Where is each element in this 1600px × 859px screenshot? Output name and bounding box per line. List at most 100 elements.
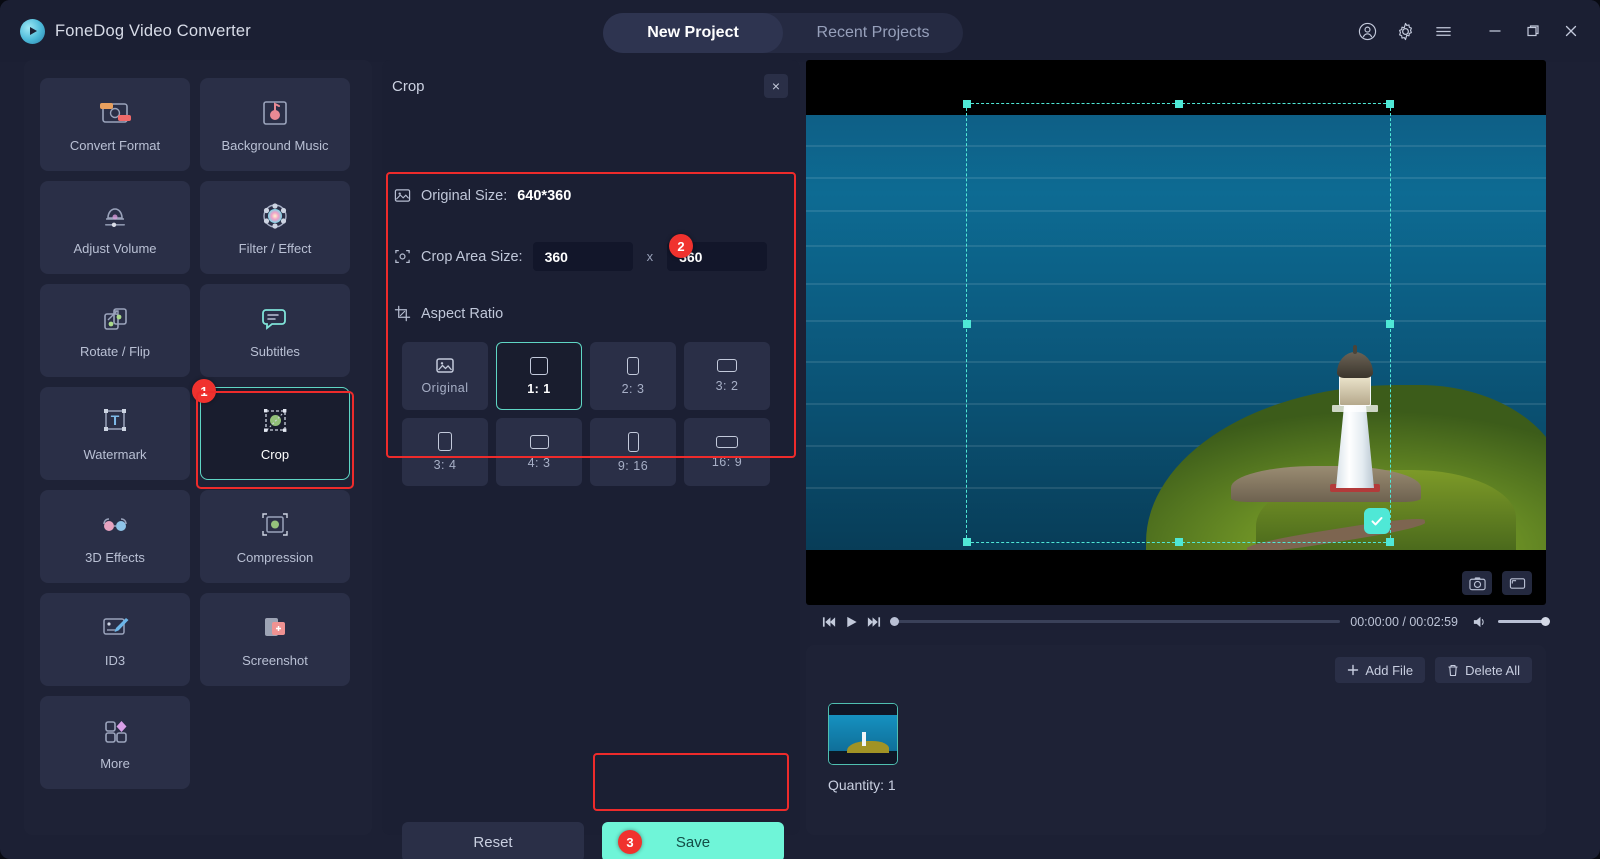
file-thumbnail[interactable] xyxy=(828,703,898,765)
file-list-panel: Add File Delete All Quantity: 1 xyxy=(806,645,1546,835)
tool-grid: Convert Format Background Music Adjust V… xyxy=(40,78,356,789)
close-icon[interactable] xyxy=(1560,20,1582,42)
playback-progress-handle[interactable] xyxy=(890,616,899,626)
video-preview[interactable] xyxy=(806,60,1546,605)
tool-label: Background Music xyxy=(221,138,329,153)
minimize-icon[interactable] xyxy=(1484,20,1506,42)
crop-area-size-row: Crop Area Size: x xyxy=(394,242,768,271)
title-bar: FoneDog Video Converter New Project Rece… xyxy=(0,0,1600,62)
next-frame-icon[interactable] xyxy=(862,611,884,633)
playback-progress-slider[interactable] xyxy=(890,616,1341,626)
account-icon[interactable] xyxy=(1356,20,1378,42)
save-button-label: Save xyxy=(675,833,711,851)
tool-label: 3D Effects xyxy=(85,550,145,565)
tool-rotate-flip[interactable]: Rotate / Flip xyxy=(40,284,190,377)
tool-compression[interactable]: Compression xyxy=(200,490,350,583)
aspect-ratio-label: 16: 9 xyxy=(711,454,743,469)
tool-id3[interactable]: ID3 xyxy=(40,593,190,686)
save-button[interactable]: 3 Save xyxy=(602,822,784,859)
volume-icon[interactable] xyxy=(1468,611,1490,633)
brand: FoneDog Video Converter xyxy=(20,18,251,44)
tool-label: Compression xyxy=(236,550,314,565)
crop-panel: Crop × Original Size: 640*360 Crop Area … xyxy=(382,60,800,859)
video-frame xyxy=(806,115,1546,550)
portrait-shape-icon xyxy=(438,432,452,451)
previous-frame-icon[interactable] xyxy=(818,611,840,633)
aspect-ratio-icon xyxy=(394,305,411,322)
aspect-ratio-16-9[interactable]: 16: 9 xyxy=(684,418,770,486)
reset-button[interactable]: Reset xyxy=(402,822,584,859)
file-list-actions: Add File Delete All xyxy=(1335,657,1532,683)
crop-panel-close-icon[interactable]: × xyxy=(764,74,788,98)
aspect-ratio-9-16[interactable]: 9: 16 xyxy=(590,418,676,486)
tool-subtitles[interactable]: Subtitles xyxy=(200,284,350,377)
image-icon xyxy=(394,189,411,202)
delete-all-label: Delete All xyxy=(1465,662,1520,678)
tool-background-music[interactable]: Background Music xyxy=(200,78,350,171)
tool-label: Adjust Volume xyxy=(73,241,157,256)
svg-text:T: T xyxy=(111,412,120,428)
crop-handle-top-left[interactable] xyxy=(963,100,971,108)
tool-convert-format[interactable]: Convert Format xyxy=(40,78,190,171)
menu-icon[interactable] xyxy=(1432,20,1454,42)
landscape-shape-icon xyxy=(529,434,549,449)
tool-adjust-volume[interactable]: Adjust Volume xyxy=(40,181,190,274)
aspect-ratio-original[interactable]: Original xyxy=(402,342,488,410)
tool-label: Rotate / Flip xyxy=(79,344,151,359)
quantity-label: Quantity: 1 xyxy=(828,777,896,793)
add-file-button[interactable]: Add File xyxy=(1335,657,1426,683)
app-title: FoneDog Video Converter xyxy=(55,21,251,40)
aspect-ratio-4-3[interactable]: 4: 3 xyxy=(496,418,582,486)
volume-slider[interactable] xyxy=(1498,616,1550,626)
delete-all-button[interactable]: Delete All xyxy=(1435,657,1532,683)
play-icon[interactable] xyxy=(840,611,862,633)
tab-recent-projects[interactable]: Recent Projects xyxy=(783,13,963,53)
expand-icon[interactable] xyxy=(1502,571,1532,595)
tab-new-project[interactable]: New Project xyxy=(603,13,783,53)
check-icon xyxy=(1371,517,1383,526)
tool-label: Crop xyxy=(260,447,290,462)
window-controls xyxy=(1356,0,1582,62)
camera-icon[interactable] xyxy=(1462,571,1492,595)
project-tabs: New Project Recent Projects xyxy=(603,13,963,53)
tools-sidebar: Convert Format Background Music Adjust V… xyxy=(24,60,372,835)
background-music-icon xyxy=(256,96,294,130)
plus-icon xyxy=(1348,664,1359,676)
maximize-icon[interactable] xyxy=(1522,20,1544,42)
tool-label: Convert Format xyxy=(69,138,161,153)
aspect-ratio-3-4[interactable]: 3: 4 xyxy=(402,418,488,486)
portrait-shape-icon xyxy=(627,356,639,375)
crop-confirm-button[interactable] xyxy=(1364,508,1390,534)
app-window: FoneDog Video Converter New Project Rece… xyxy=(0,0,1600,859)
convert-format-icon xyxy=(96,96,134,130)
original-size-label: Original Size: xyxy=(421,187,508,204)
annotation-badge-2: 2 xyxy=(669,234,693,258)
filter-effect-icon xyxy=(256,199,294,233)
gear-icon[interactable] xyxy=(1394,20,1416,42)
tall-shape-icon xyxy=(627,431,639,452)
rotate-flip-icon xyxy=(96,302,134,336)
tool-screenshot[interactable]: Screenshot xyxy=(200,593,350,686)
aspect-ratio-1-1[interactable]: 1: 1 xyxy=(496,342,582,410)
volume-slider-handle[interactable] xyxy=(1541,616,1550,626)
tool-filter-effect[interactable]: Filter / Effect xyxy=(200,181,350,274)
aspect-ratio-2-3[interactable]: 2: 3 xyxy=(590,342,676,410)
3d-effects-icon xyxy=(96,508,134,542)
tool-more[interactable]: More xyxy=(40,696,190,789)
trash-icon xyxy=(1448,664,1458,676)
image-icon xyxy=(436,358,454,373)
tool-watermark[interactable]: T Watermark xyxy=(40,387,190,480)
crop-width-input[interactable] xyxy=(532,242,633,271)
crop-handle-top-center[interactable] xyxy=(1175,100,1183,108)
tool-label: Watermark xyxy=(83,447,147,462)
original-size-value: 640*360 xyxy=(517,187,572,204)
tool-label: More xyxy=(100,756,130,771)
tool-crop[interactable]: 1 Crop xyxy=(192,379,350,480)
aspect-ratio-3-2[interactable]: 3: 2 xyxy=(684,342,770,410)
subtitles-icon xyxy=(256,302,294,336)
crop-handle-top-right[interactable] xyxy=(1386,100,1394,108)
landscape-shape-icon xyxy=(717,359,737,372)
dimension-separator: x xyxy=(646,249,654,264)
tool-3d-effects[interactable]: 3D Effects xyxy=(40,490,190,583)
annotation-badge-1: 1 xyxy=(192,379,216,403)
